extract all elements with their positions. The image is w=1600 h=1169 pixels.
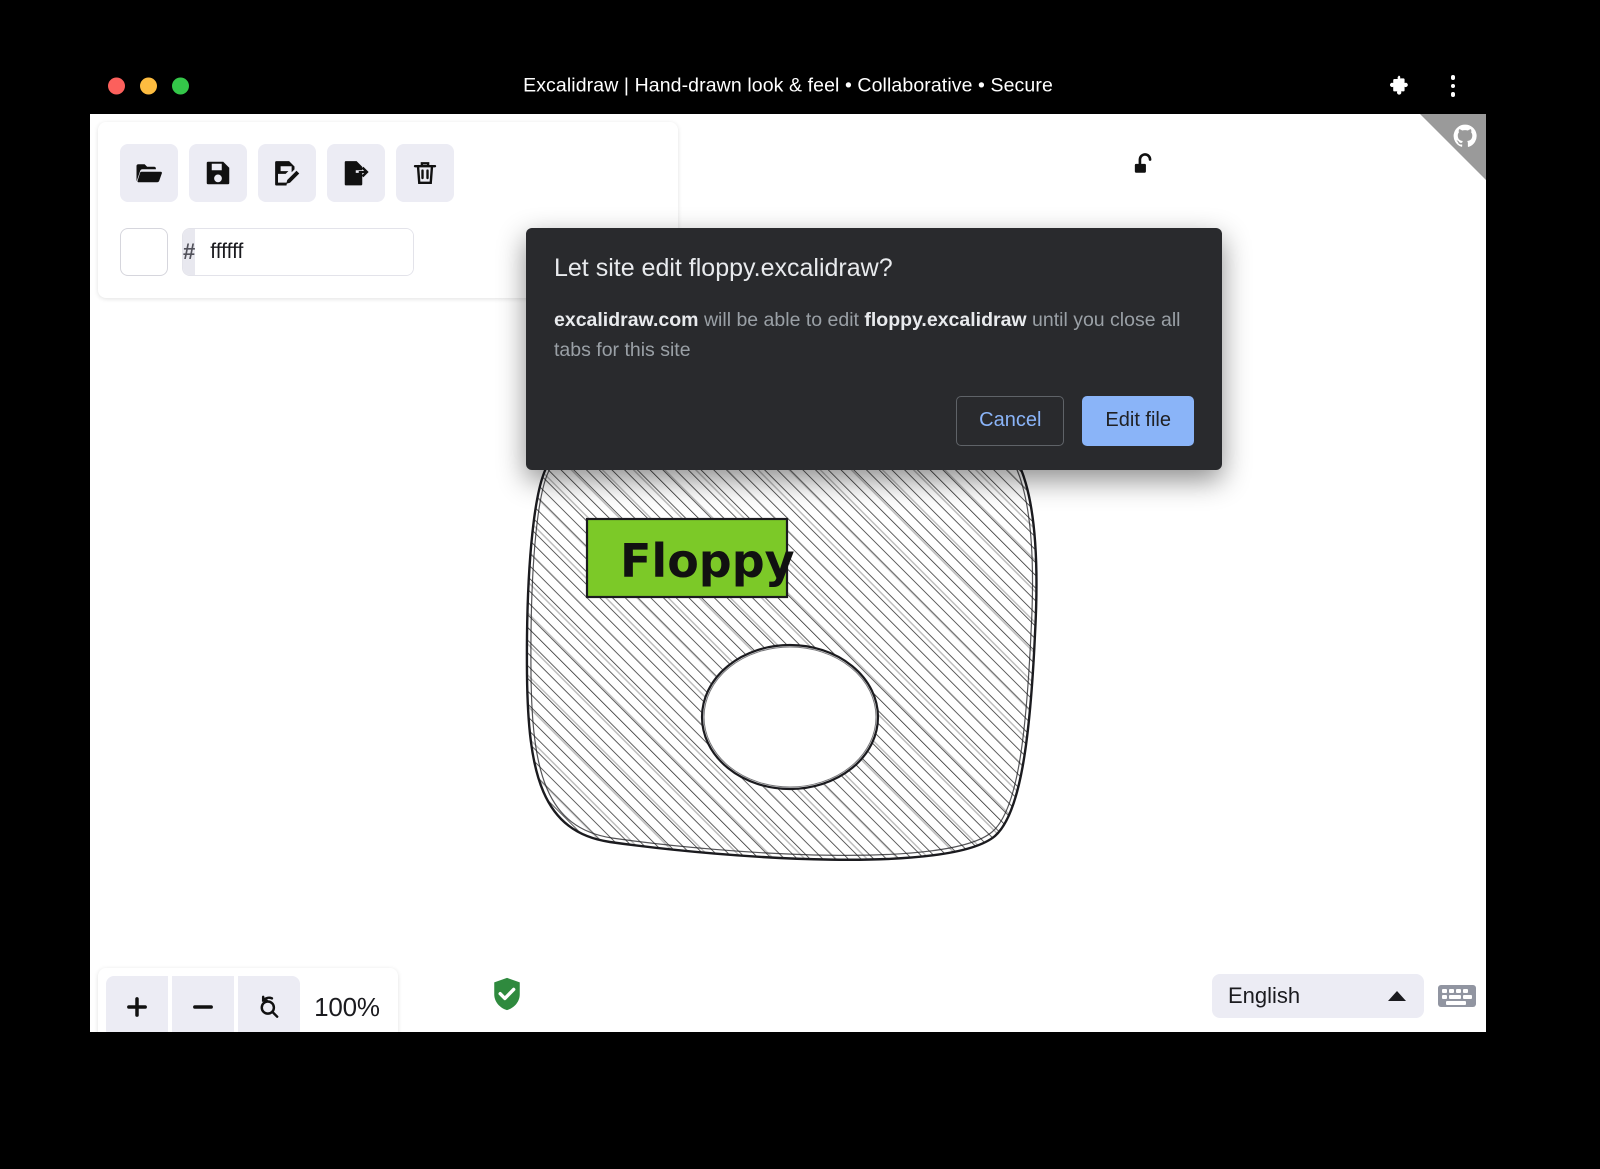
- language-select[interactable]: English: [1212, 974, 1424, 1018]
- open-folder-button[interactable]: [120, 144, 178, 202]
- dialog-body: excalidraw.com will be able to edit flop…: [554, 305, 1194, 366]
- cancel-button[interactable]: Cancel: [956, 396, 1064, 446]
- plus-icon: [123, 993, 151, 1021]
- traffic-lights: [108, 78, 189, 95]
- status-badge: [490, 975, 524, 1018]
- zoom-controls: 100%: [98, 968, 398, 1032]
- keyboard-shortcuts-button[interactable]: [1436, 979, 1478, 1013]
- color-swatch-preview[interactable]: [120, 228, 168, 276]
- screenshot-root: Excalidraw | Hand-drawn look & feel • Co…: [0, 0, 1600, 1169]
- footer-right-controls: English: [1212, 974, 1478, 1018]
- edit-file-button[interactable]: Edit file: [1082, 396, 1194, 446]
- keyboard-shortcuts-icon: [1437, 981, 1477, 1011]
- green-shield-check-icon: [490, 975, 524, 1013]
- hex-color-input[interactable]: [195, 229, 414, 275]
- dialog-actions: Cancel Edit file: [554, 396, 1194, 446]
- github-corner-ribbon[interactable]: [1420, 114, 1486, 180]
- canvas-label-text: Floppy: [620, 534, 795, 588]
- file-export-arrow-icon: [341, 158, 371, 188]
- close-window-button[interactable]: [108, 78, 125, 95]
- minus-icon: [189, 993, 217, 1021]
- maximize-window-button[interactable]: [172, 78, 189, 95]
- dialog-filename: floppy.excalidraw: [864, 309, 1026, 331]
- reset-zoom-icon: [255, 993, 283, 1021]
- titlebar-actions: [1382, 71, 1468, 101]
- unlock-icon: [1131, 151, 1159, 181]
- folder-open-icon: [134, 158, 164, 188]
- zoom-out-button[interactable]: [172, 976, 234, 1032]
- browser-window: Excalidraw | Hand-drawn look & feel • Co…: [90, 58, 1486, 1032]
- export-button[interactable]: [327, 144, 385, 202]
- permission-dialog: Let site edit floppy.excalidraw? excalid…: [526, 228, 1222, 470]
- browser-titlebar: Excalidraw | Hand-drawn look & feel • Co…: [90, 58, 1486, 114]
- reset-canvas-button[interactable]: [396, 144, 454, 202]
- floppy-disk-icon: [203, 158, 233, 188]
- save-button[interactable]: [189, 144, 247, 202]
- floppy-disk-pencil-icon: [272, 158, 302, 188]
- lock-tool-button[interactable]: [1125, 144, 1165, 188]
- save-as-button[interactable]: [258, 144, 316, 202]
- dialog-title: Let site edit floppy.excalidraw?: [554, 254, 1194, 283]
- hex-color-field: #: [182, 228, 414, 276]
- window-title: Excalidraw | Hand-drawn look & feel • Co…: [90, 75, 1486, 98]
- dialog-body-mid: will be able to edit: [699, 309, 865, 331]
- caret-up-icon: [1388, 991, 1406, 1001]
- kebab-menu-icon[interactable]: [1438, 71, 1468, 101]
- excalidraw-app: Floppy: [90, 114, 1486, 1032]
- hex-prefix-label: #: [183, 229, 195, 275]
- github-octocat-icon: [1452, 123, 1478, 149]
- reset-zoom-button[interactable]: [238, 976, 300, 1032]
- dialog-origin: excalidraw.com: [554, 309, 699, 331]
- language-select-label: English: [1228, 983, 1300, 1009]
- trash-icon: [410, 158, 440, 188]
- zoom-in-button[interactable]: [106, 976, 168, 1032]
- minimize-window-button[interactable]: [140, 78, 157, 95]
- puzzle-piece-icon[interactable]: [1382, 71, 1412, 101]
- zoom-level-value[interactable]: 100%: [304, 992, 390, 1023]
- file-tool-row: [120, 144, 658, 202]
